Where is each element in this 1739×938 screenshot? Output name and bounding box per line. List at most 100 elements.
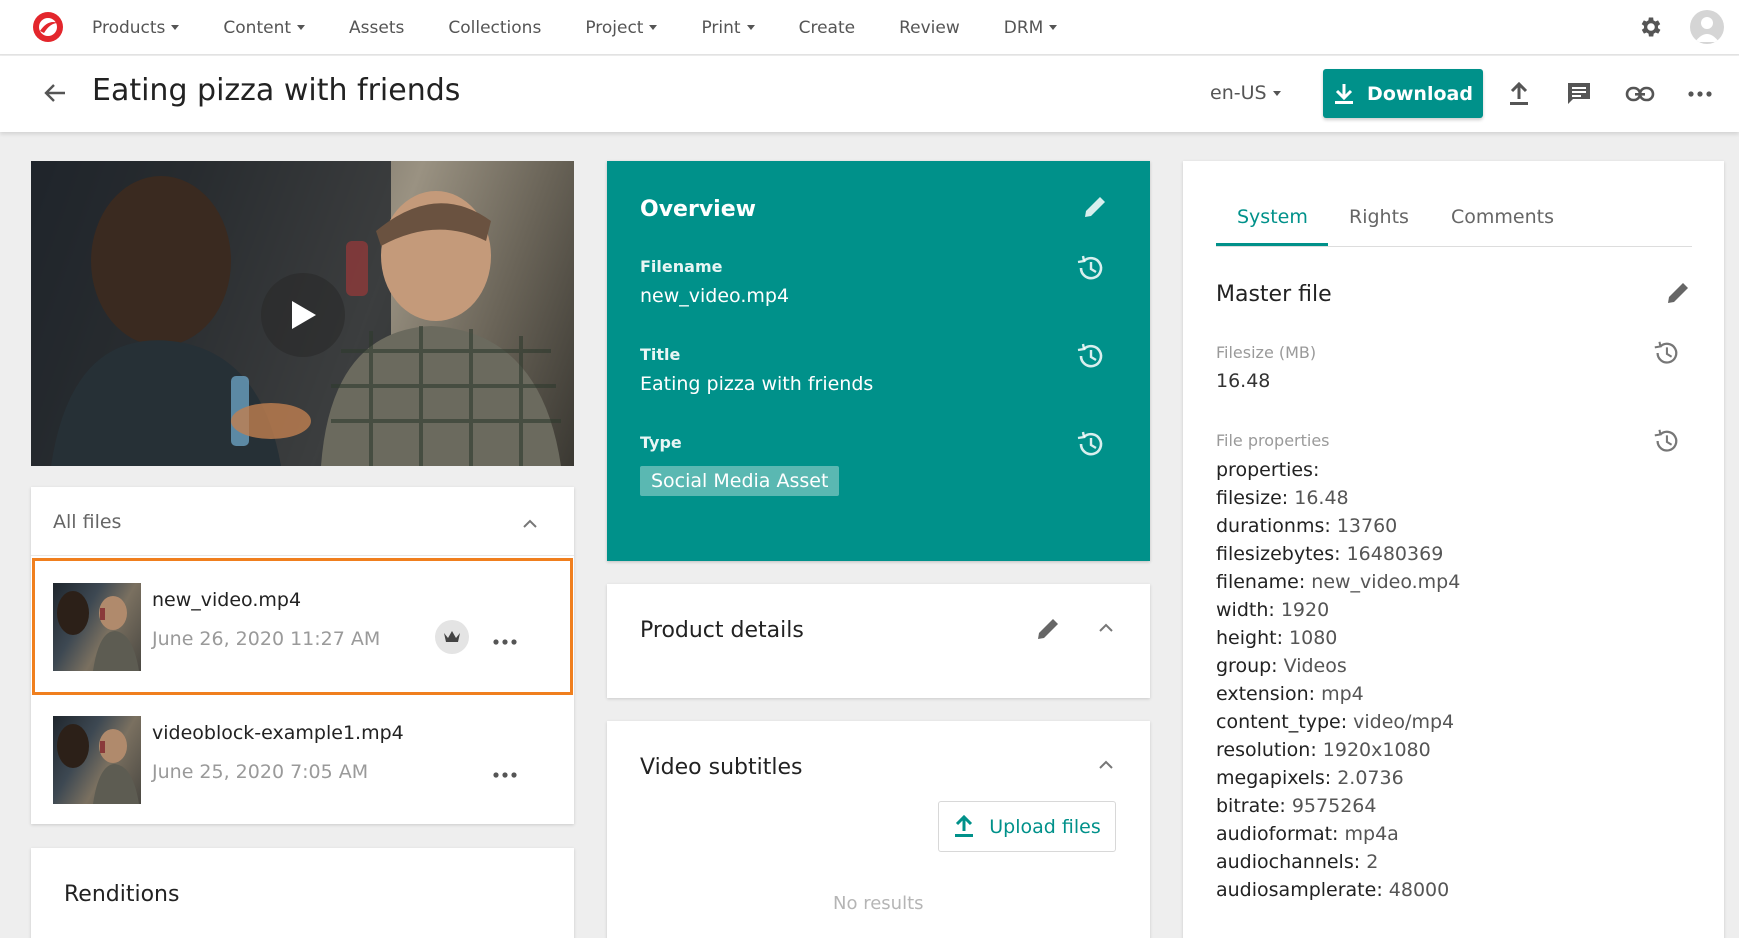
upload-files-button[interactable]: Upload files [938,801,1116,852]
property-row: durationms: 13760 [1216,512,1460,540]
property-key: width: [1216,599,1275,621]
file-properties-list: properties: filesize: 16.48 durationms: 1… [1216,456,1460,904]
video-subtitles-heading: Video subtitles [640,755,803,780]
property-row: content_type: video/mp4 [1216,708,1460,736]
nav-item-label: DRM [1003,17,1044,38]
download-icon [1335,83,1354,104]
upload-files-label: Upload files [989,815,1101,838]
overview-title: Overview [640,197,756,222]
property-key: filesizebytes: [1216,543,1341,565]
file-name[interactable]: videoblock-example1.mp4 [152,722,404,744]
nav-item-label: Project [585,17,644,38]
detail-tabs: System Rights Comments [1216,196,1692,247]
asset-header: Eating pizza with friends en-US Download [0,56,1739,132]
all-files-heading: All files [53,511,122,533]
download-button[interactable]: Download [1323,69,1483,118]
property-row: resolution: 1920x1080 [1216,736,1460,764]
property-key: properties: [1216,459,1320,481]
nav-item-label: Content [223,17,292,38]
property-key: height: [1216,627,1283,649]
nav-item-label: Create [798,17,856,38]
nav-item-create[interactable]: Create [799,18,856,38]
file-more-options-icon[interactable] [493,765,517,778]
property-row: height: 1080 [1216,624,1460,652]
link-icon[interactable] [1624,78,1656,110]
property-key: resolution: [1216,739,1317,761]
property-key: audiosamplerate: [1216,879,1383,901]
product-details-heading: Product details [640,618,804,643]
file-date: June 25, 2020 7:05 AM [152,761,369,783]
property-key: audioformat: [1216,823,1339,845]
collapse-product-details-chevron-icon[interactable] [1098,620,1114,636]
type-chip: Social Media Asset [640,466,840,496]
property-key: bitrate: [1216,795,1286,817]
nav-item-review[interactable]: Review [899,18,960,38]
chevron-down-icon [1272,90,1281,96]
comment-icon[interactable] [1563,78,1595,110]
nav-item-drm[interactable]: DRM [1004,18,1058,38]
property-key: megapixels: [1216,767,1332,789]
nav-item-label: Assets [349,17,405,38]
avatar-icon[interactable] [1690,10,1724,44]
nav-item-content[interactable]: Content [223,17,306,38]
nav-item-assets[interactable]: Assets [349,18,404,38]
property-row: width: 1920 [1216,596,1460,624]
edit-overview-icon[interactable] [1081,193,1109,221]
history-icon[interactable] [1075,341,1105,371]
collapse-video-subtitles-chevron-icon[interactable] [1098,757,1114,773]
overview-panel: Overview Filename new_video.mp4 Title Ea… [607,161,1150,561]
nav-item-products[interactable]: Products [92,17,180,38]
nav-item-collections[interactable]: Collections [448,18,541,38]
property-row: filesizebytes: 16480369 [1216,540,1460,568]
property-value: 9575264 [1291,795,1377,817]
edit-product-details-icon[interactable] [1034,615,1062,643]
nav-item-label: Review [899,17,960,38]
logo-icon[interactable] [30,9,66,45]
history-icon[interactable] [1652,339,1680,367]
history-icon[interactable] [1075,429,1105,459]
tab-system[interactable]: System [1237,206,1308,228]
active-tab-indicator [1216,243,1328,246]
filename-label: Filename [640,257,723,276]
video-preview[interactable] [31,161,574,466]
chevron-down-icon [1049,25,1058,30]
property-value: mp4a [1344,823,1399,845]
filesize-value: 16.48 [1216,370,1271,392]
property-value: new_video.mp4 [1311,571,1461,593]
no-results-text: No results [833,893,924,914]
property-value: 16.48 [1294,487,1349,509]
history-icon[interactable] [1075,253,1105,283]
gear-icon[interactable] [1638,14,1664,40]
upload-icon[interactable] [1503,78,1535,110]
property-value: Videos [1283,655,1347,677]
edit-master-file-icon[interactable] [1664,279,1692,307]
tab-rights[interactable]: Rights [1349,206,1409,228]
history-icon[interactable] [1652,427,1680,455]
tab-comments[interactable]: Comments [1451,206,1554,228]
more-options-icon[interactable] [1684,78,1716,110]
locale-label: en-US [1210,82,1267,104]
property-key: group: [1216,655,1278,677]
nav-item-print[interactable]: Print [701,18,755,38]
upload-icon [955,814,974,837]
property-value: video/mp4 [1353,711,1455,733]
nav-item-label: Products [92,17,166,38]
nav-item-project[interactable]: Project [585,17,658,38]
property-value: 1080 [1289,627,1338,649]
file-thumbnail [53,716,141,804]
property-key: audiochannels: [1216,851,1361,873]
file-properties-label: File properties [1216,431,1330,450]
property-key: content_type: [1216,711,1348,733]
selected-file-highlight [32,558,573,695]
locale-selector[interactable]: en-US [1210,82,1281,104]
property-key: extension: [1216,683,1316,705]
property-row: audiochannels: 2 [1216,848,1460,876]
back-arrow-icon[interactable] [40,78,70,108]
property-row: filename: new_video.mp4 [1216,568,1460,596]
top-navigation: Products Content Assets Collections Project P… [0,0,1739,55]
collapse-all-files-chevron-icon[interactable] [522,516,538,532]
chevron-down-icon [297,25,306,30]
play-button[interactable] [261,273,345,357]
filename-value: new_video.mp4 [640,285,790,307]
property-row: properties: [1216,456,1460,484]
